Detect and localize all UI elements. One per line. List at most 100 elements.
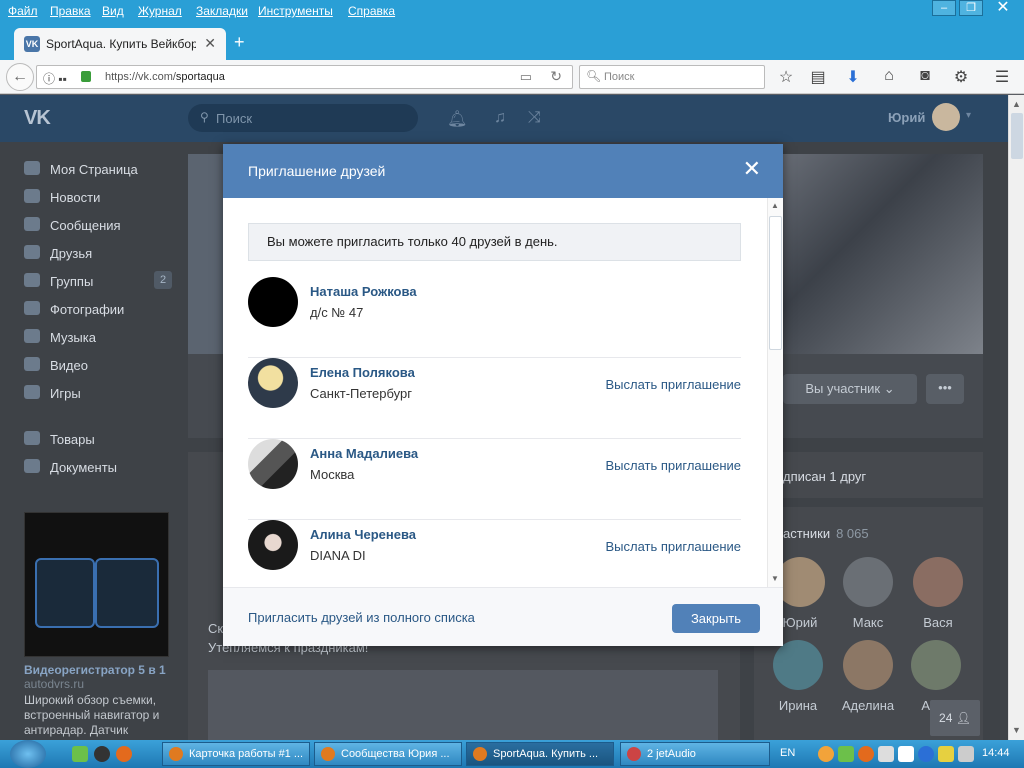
avatar[interactable]	[248, 520, 298, 570]
shuffle-icon[interactable]: ⤨	[528, 109, 541, 127]
network-icon[interactable]	[958, 746, 974, 762]
scroll-up-icon[interactable]: ▲	[771, 201, 779, 210]
search-input[interactable]: Поиск	[604, 71, 754, 83]
downloads-icon[interactable]: ⬇	[843, 67, 863, 87]
taskbar-task-active[interactable]: SportAqua. Купить ...	[466, 742, 614, 766]
bookmarks-list-icon[interactable]: ▤	[808, 67, 828, 87]
sidebar-item-games[interactable]: Игры	[24, 380, 174, 408]
scroll-down-icon[interactable]: ▼	[1012, 725, 1021, 735]
scrollbar-thumb[interactable]	[1011, 113, 1023, 159]
search-bar[interactable]: 🔍︎ Поиск	[579, 65, 765, 89]
friend-name[interactable]: Алина Черенева	[310, 527, 416, 542]
taskbar-task[interactable]: Сообщества Юрия ...	[314, 742, 462, 766]
url-bar[interactable]: ⓘ ▪▪ https://vk.com/sportaqua ▭ ↻	[36, 65, 573, 89]
clock[interactable]: 14:44	[982, 747, 1010, 759]
chevron-down-icon[interactable]: ▾	[966, 110, 971, 121]
reader-view-icon[interactable]: ▭	[520, 69, 532, 85]
ad-title[interactable]: Видеорегистратор 5 в 1	[24, 663, 169, 677]
tray-icon[interactable]	[818, 746, 834, 762]
pocket-icon[interactable]: ◙	[915, 67, 935, 85]
menu-tools[interactable]: Инструменты	[258, 4, 333, 18]
member-status-button[interactable]: Вы участник ⌄	[783, 374, 917, 404]
member-item[interactable]: Макс	[838, 557, 898, 630]
avatar[interactable]	[248, 358, 298, 408]
scroll-down-icon[interactable]: ▼	[771, 574, 779, 583]
restore-button[interactable]: ❐	[959, 0, 983, 16]
vk-logo[interactable]: VK	[24, 107, 51, 130]
tray-icon[interactable]	[938, 746, 954, 762]
member-item[interactable]: Аделина	[838, 640, 898, 713]
sidebar-item-goods[interactable]: Товары	[24, 426, 174, 454]
window-close-button[interactable]: ✕	[986, 0, 1020, 16]
menu-bookmarks[interactable]: Закладки	[196, 4, 248, 18]
friend-name[interactable]: Анна Мадалиева	[310, 446, 418, 461]
music-note-icon[interactable]: ♫	[494, 109, 506, 127]
friend-name[interactable]: Наташа Рожкова	[310, 284, 417, 299]
bookmark-star-icon[interactable]: ☆	[776, 67, 796, 87]
menu-edit[interactable]: Правка	[50, 4, 91, 18]
friend-name[interactable]: Елена Полякова	[310, 365, 415, 380]
sidebar-item-music[interactable]: Музыка	[24, 324, 174, 352]
tray-icon[interactable]	[858, 746, 874, 762]
sidebar-item-news[interactable]: Новости	[24, 184, 174, 212]
sidebar-item-my-page[interactable]: Моя Страница	[24, 156, 174, 184]
tray-icon[interactable]	[838, 746, 854, 762]
menu-help[interactable]: Справка	[348, 4, 395, 18]
home-icon[interactable]: ⌂	[879, 67, 899, 85]
tray-icon[interactable]	[898, 746, 914, 762]
member-item[interactable]: Вася	[908, 557, 968, 630]
members-heading[interactable]: астники 8 065	[783, 526, 869, 541]
send-invite-link[interactable]: Выслать приглашение	[605, 458, 741, 473]
avatar[interactable]	[248, 277, 298, 327]
sidebar-item-video[interactable]: Видео	[24, 352, 174, 380]
new-tab-button[interactable]: +	[234, 33, 245, 51]
sidebar-item-documents[interactable]: Документы	[24, 454, 174, 482]
dialog-scrollbar[interactable]: ▲ ▼	[767, 198, 783, 587]
invite-from-full-list-link[interactable]: Пригласить друзей из полного списка	[248, 610, 475, 625]
send-invite-link[interactable]: Выслать приглашение	[605, 539, 741, 554]
start-button[interactable]	[10, 740, 46, 768]
extension-icon[interactable]: ⚙	[951, 67, 971, 87]
taskbar-task[interactable]: Карточка работы #1 ...	[162, 742, 310, 766]
avatar[interactable]	[932, 103, 960, 131]
taskbar-task[interactable]: 2 jetAudio	[620, 742, 770, 766]
ad-image[interactable]	[24, 512, 169, 657]
sidebar-item-groups[interactable]: Группы 2	[24, 268, 174, 296]
tray-icon[interactable]	[878, 746, 894, 762]
sidebar-item-friends[interactable]: Друзья	[24, 240, 174, 268]
feed-post-media[interactable]	[208, 670, 718, 745]
page-scrollbar[interactable]: ▲ ▼	[1008, 95, 1024, 740]
minimize-button[interactable]: –	[932, 0, 956, 16]
send-invite-link[interactable]: Выслать приглашение	[605, 377, 741, 392]
subscribed-friends-text[interactable]: дписан 1 друг	[783, 469, 866, 484]
jetaudio-icon	[627, 747, 641, 761]
vk-search-input[interactable]: ⚲ Поиск	[188, 104, 418, 132]
utorrent-icon[interactable]	[72, 746, 88, 762]
hamburger-menu-icon[interactable]: ☰	[992, 67, 1012, 87]
scrollbar-thumb[interactable]	[769, 216, 782, 350]
back-button[interactable]: ←	[6, 63, 34, 91]
menu-file[interactable]: Файл	[8, 4, 38, 18]
close-icon[interactable]: ✕	[743, 158, 761, 180]
browser-tab[interactable]: VK SportAqua. Купить Вейкбор... ✕	[14, 28, 226, 60]
member-item[interactable]: Ирина	[768, 640, 828, 713]
bell-icon[interactable]: 🔔︎	[447, 109, 467, 129]
menu-history[interactable]: Журнал	[138, 4, 182, 18]
reload-icon[interactable]: ↻	[550, 68, 562, 85]
close-button[interactable]: Закрыть	[672, 604, 760, 633]
sidebar-ad[interactable]: Видеорегистратор 5 в 1 autodvrs.ru Широк…	[24, 512, 169, 738]
more-button[interactable]: •••	[926, 374, 964, 404]
tab-close-icon[interactable]: ✕	[204, 35, 216, 52]
bluetooth-icon[interactable]	[918, 746, 934, 762]
scroll-up-icon[interactable]: ▲	[1012, 99, 1021, 109]
info-icon[interactable]: ⓘ ▪▪	[43, 70, 67, 87]
sidebar-item-messages[interactable]: Сообщения	[24, 212, 174, 240]
online-counter[interactable]: 24 👤︎	[930, 700, 980, 736]
user-name[interactable]: Юрий	[888, 110, 925, 125]
firefox-icon[interactable]	[116, 746, 132, 762]
avatar[interactable]	[248, 439, 298, 489]
language-indicator[interactable]: EN	[780, 747, 795, 759]
winamp-icon[interactable]	[94, 746, 110, 762]
sidebar-item-photos[interactable]: Фотографии	[24, 296, 174, 324]
menu-view[interactable]: Вид	[102, 4, 124, 18]
